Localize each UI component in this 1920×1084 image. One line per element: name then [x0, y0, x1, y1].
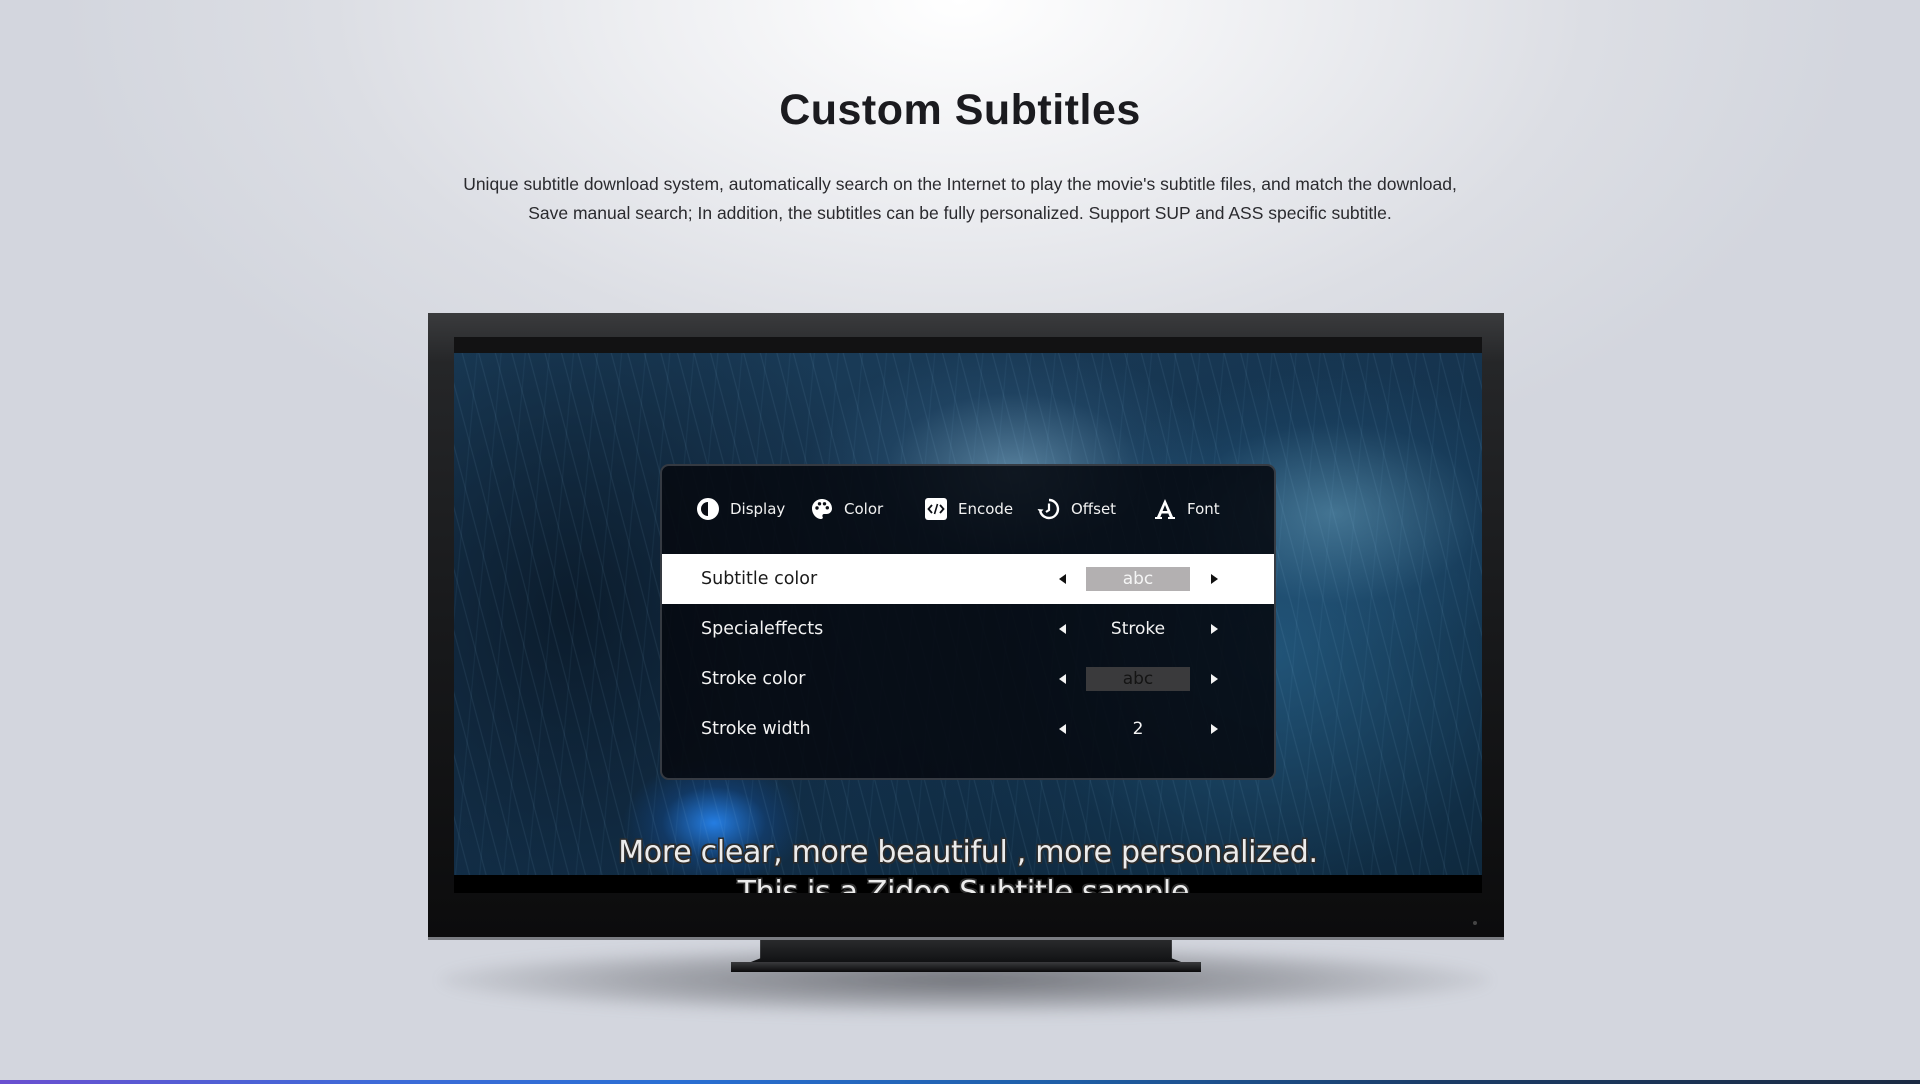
- tab-font[interactable]: Font: [1153, 497, 1233, 521]
- font-letter-a-icon: [1153, 497, 1177, 521]
- arrow-right-icon[interactable]: [1211, 724, 1218, 734]
- subtitle-sample-line-1: More clear, more beautiful , more person…: [618, 835, 1318, 870]
- arrow-right-icon[interactable]: [1211, 574, 1218, 584]
- arrow-left-icon[interactable]: [1059, 724, 1066, 734]
- setting-row-stroke-color[interactable]: Stroke color abc: [662, 654, 1274, 704]
- setting-value: 2: [1132, 719, 1144, 739]
- setting-row-stroke-width[interactable]: Stroke width 2: [662, 704, 1274, 754]
- tv-screen: Display Color Encode Offset Font Subtitl…: [454, 337, 1482, 893]
- subtitle-sample-line-2: This is a Zidoo Subtitle sample.: [737, 875, 1199, 893]
- clock-rewind-icon: [1037, 497, 1061, 521]
- setting-row-special-effects[interactable]: Specialeffects Stroke: [662, 604, 1274, 654]
- setting-label: Stroke color: [701, 669, 806, 689]
- arrow-right-icon[interactable]: [1211, 674, 1218, 684]
- letterbox-top: [454, 337, 1482, 353]
- tab-label: Font: [1187, 500, 1220, 518]
- subtitle-color-swatch: abc: [1086, 567, 1190, 591]
- arrow-left-icon[interactable]: [1059, 674, 1066, 684]
- setting-label: Specialeffects: [701, 619, 824, 639]
- page-description: Unique subtitle download system, automat…: [0, 170, 1920, 228]
- tv-power-led: [1473, 921, 1477, 925]
- tab-label: Color: [844, 500, 884, 518]
- tab-color[interactable]: Color: [810, 497, 924, 521]
- description-line-2: Save manual search; In addition, the sub…: [528, 203, 1392, 223]
- setting-value: Stroke: [1110, 619, 1166, 639]
- half-circle-contrast-icon: [696, 497, 720, 521]
- tab-label: Encode: [958, 500, 1014, 518]
- tab-label: Display: [730, 500, 786, 518]
- subtitle-settings-panel: Display Color Encode Offset Font Subtitl…: [660, 464, 1276, 780]
- palette-icon: [810, 497, 834, 521]
- setting-row-subtitle-color[interactable]: Subtitle color abc: [662, 554, 1274, 604]
- bottom-gradient-bar: [0, 1080, 1920, 1084]
- tab-label: Offset: [1071, 500, 1117, 518]
- setting-label: Stroke width: [701, 719, 811, 739]
- arrow-left-icon[interactable]: [1059, 574, 1066, 584]
- subtitle-settings-tabs: Display Color Encode Offset Font: [696, 492, 1254, 526]
- tv-frame: Display Color Encode Offset Font Subtitl…: [428, 313, 1504, 940]
- setting-label: Subtitle color: [701, 569, 818, 589]
- description-line-1: Unique subtitle download system, automat…: [463, 174, 1457, 194]
- tab-display[interactable]: Display: [696, 497, 810, 521]
- code-icon: [924, 497, 948, 521]
- stroke-color-swatch: abc: [1086, 667, 1190, 691]
- tab-encode[interactable]: Encode: [924, 497, 1037, 521]
- tab-offset[interactable]: Offset: [1037, 497, 1153, 521]
- tv-stand-base: [731, 962, 1201, 972]
- arrow-left-icon[interactable]: [1059, 624, 1066, 634]
- page-title: Custom Subtitles: [779, 86, 1141, 134]
- movie-frame: Display Color Encode Offset Font Subtitl…: [454, 353, 1482, 875]
- arrow-right-icon[interactable]: [1211, 624, 1218, 634]
- subtitle-settings-list: Subtitle color abc Specialeffects Stroke…: [662, 554, 1274, 754]
